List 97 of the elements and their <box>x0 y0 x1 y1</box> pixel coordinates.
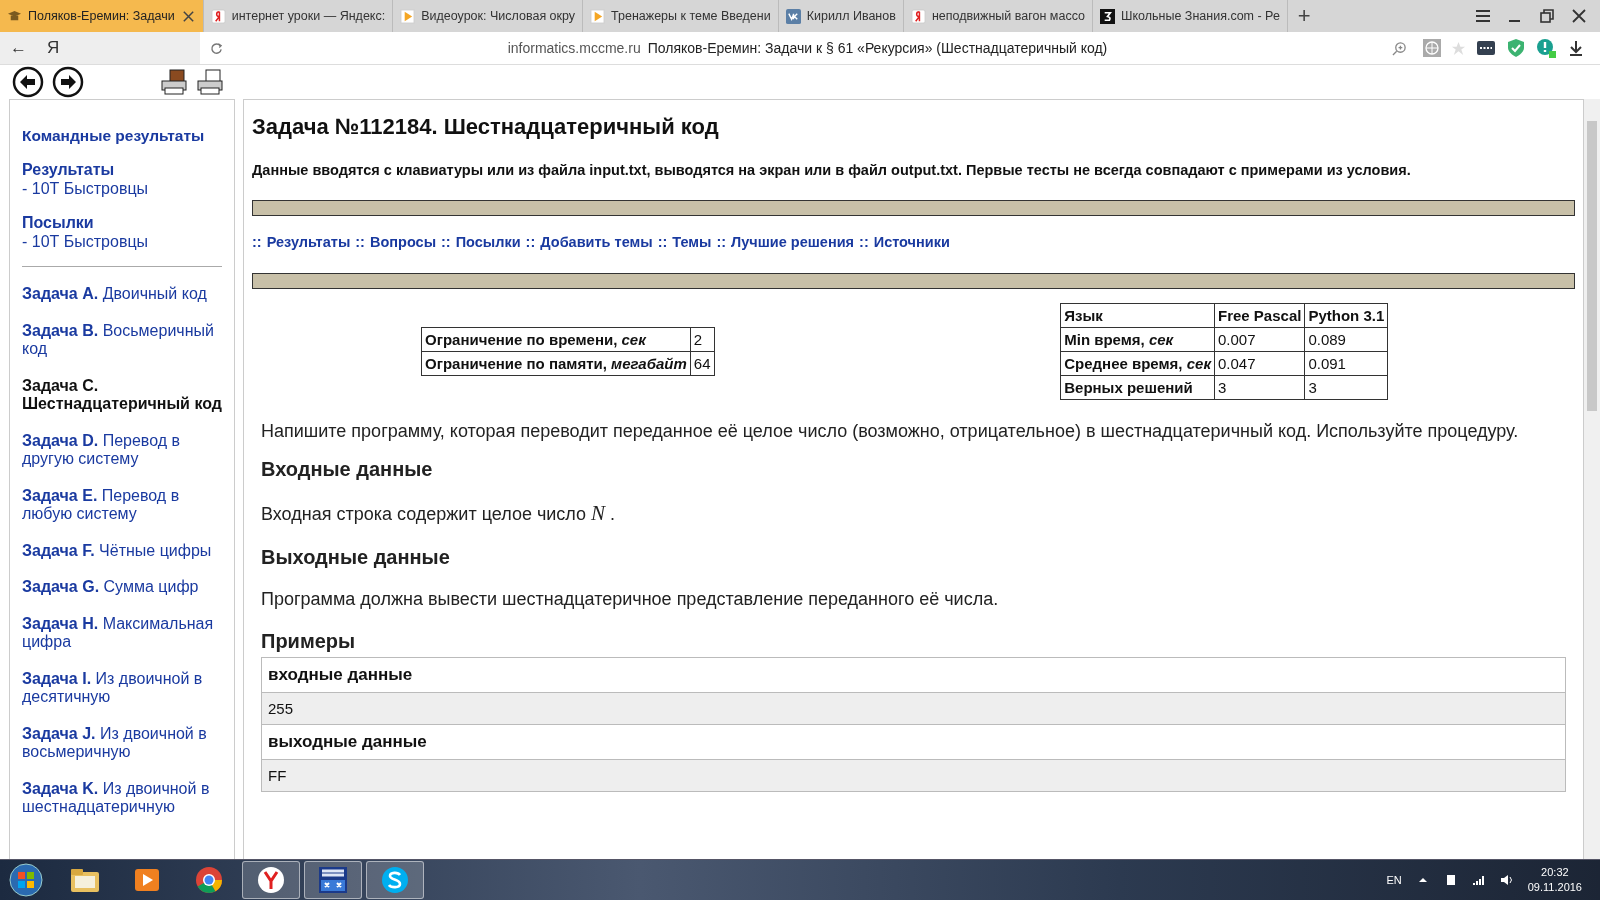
section-heading: Входные данные <box>261 458 434 481</box>
problem-link[interactable]: Задача E. Перевод в любую систему <box>22 486 222 524</box>
problem-link[interactable]: Задача F. Чётные цифры <box>22 541 222 560</box>
nav-link[interactable]: Лучшие решения <box>731 234 855 250</box>
play-icon <box>400 8 416 24</box>
browser-tab[interactable]: Школьные Знания.com - Ре <box>1093 0 1288 32</box>
sidebar-link[interactable]: Результаты <box>22 161 115 178</box>
signal-icon[interactable] <box>1471 873 1486 887</box>
nav-link[interactable]: Темы <box>672 234 712 250</box>
scrollbar-thumb[interactable] <box>1587 121 1597 411</box>
problem-link[interactable]: Задача A. Двоичный код <box>22 285 222 304</box>
sidebar-link[interactable]: - 10Т Быстровцы <box>22 232 222 251</box>
star-icon[interactable] <box>1451 40 1466 56</box>
yandex-browser-icon[interactable] <box>255 864 287 896</box>
sidebar-link[interactable]: Командные результаты <box>22 127 205 144</box>
new-tab-button[interactable]: + <box>1287 0 1321 32</box>
table-cell: Среднее время, сек <box>1060 351 1215 376</box>
table-cell: 3 <box>1214 375 1305 400</box>
sidebar-link[interactable]: - 10Т Быстровцы <box>22 179 222 198</box>
clock[interactable]: 20:32 09.11.2016 <box>1527 865 1582 895</box>
section-heading: Примеры <box>261 630 357 653</box>
link-separator: :: <box>441 234 451 250</box>
section-text: Программа должна вывести шестнадцатеричное представление переданного её числа. <box>261 589 1000 610</box>
zoom-icon[interactable] <box>1392 40 1407 56</box>
yandex-icon <box>210 8 226 24</box>
problem-link[interactable]: Задача C. Шестнадцатеричный код <box>22 376 222 414</box>
table-cell: Верных решений <box>1060 375 1215 400</box>
back-button[interactable]: ← <box>10 38 27 58</box>
ide-icon[interactable] <box>317 864 349 896</box>
play-icon <box>590 8 606 24</box>
nav-link[interactable]: Вопросы <box>369 234 436 250</box>
alert-icon[interactable] <box>1536 38 1556 58</box>
problem-link[interactable]: Задача B. Восьмеричный код <box>22 321 222 359</box>
problem-link[interactable]: Задача G. Сумма цифр <box>22 578 222 597</box>
close-icon[interactable] <box>1572 9 1586 23</box>
link-separator: :: <box>859 234 869 250</box>
problem-statement: Напишите программу, которая переводит переданное её целое число (возможно, отрицательное) в шестнадцатеричный код. Используйте процедуру. <box>261 420 1520 443</box>
speaker-icon[interactable] <box>1499 873 1514 887</box>
table-header: Python 3.1 <box>1304 303 1388 328</box>
table-cell: 64 <box>690 351 714 376</box>
address-field[interactable]: informatics.mccme.ru Поляков-Еремин: Задачи к § 61 «Рекурсия» (Шестнадцатеричный код) <box>223 40 1392 56</box>
language-indicator[interactable]: EN <box>1386 874 1402 886</box>
problem-link[interactable]: Задача I. Из двоичной в десятичную <box>22 669 222 707</box>
link-separator: :: <box>716 234 727 250</box>
problem-link[interactable]: Задача J. Из двоичной в восьмеричную <box>22 724 222 762</box>
example-label: входные данные <box>261 657 1566 693</box>
chrome-icon[interactable] <box>193 864 225 896</box>
start-button-icon[interactable] <box>8 862 44 898</box>
link-separator: :: <box>657 234 668 250</box>
table-cell: Min время, сек <box>1060 327 1215 352</box>
browser-logo[interactable]: Я <box>47 38 60 58</box>
table-cell: Ограничение по памяти, мегабайт <box>421 351 691 376</box>
close-icon[interactable] <box>180 8 196 24</box>
table-cell: 0.047 <box>1214 351 1305 376</box>
link-separator: :: <box>355 234 365 250</box>
browser-tab[interactable]: Видеоурок: Числовая окру <box>393 0 584 32</box>
browser-tab[interactable]: Тренажеры к теме Введени <box>583 0 779 32</box>
link-separator: :: <box>525 234 536 250</box>
vk-icon <box>785 8 801 24</box>
problem-link[interactable]: Задача H. Максимальная цифра <box>22 614 222 652</box>
table-header: Free Pascal <box>1214 303 1305 328</box>
table-header: Язык <box>1060 303 1215 328</box>
browser-tab[interactable]: Поляков-Еремин: Задачи <box>0 0 204 32</box>
printer-icon[interactable] <box>196 69 224 95</box>
printer-icon[interactable] <box>160 69 188 95</box>
example-label: выходные данные <box>261 724 1566 760</box>
browser-tab[interactable]: неподвижный вагон массо <box>903 0 1093 32</box>
znanija-icon <box>1100 8 1115 24</box>
restore-icon[interactable] <box>1540 9 1554 23</box>
skype-icon[interactable] <box>379 864 411 896</box>
table-cell: 3 <box>1304 375 1388 400</box>
table-cell: 0.089 <box>1304 327 1388 352</box>
table-cell: 0.007 <box>1214 327 1305 352</box>
yandex-icon <box>910 8 926 24</box>
link-separator: :: <box>252 234 262 250</box>
nav-link[interactable]: Добавить темы <box>540 234 653 250</box>
reload-icon[interactable] <box>210 41 223 55</box>
nav-link[interactable]: Результаты <box>266 234 351 250</box>
section-heading: Выходные данные <box>261 546 451 569</box>
problem-link[interactable]: Задача D. Перевод в другую систему <box>22 431 222 469</box>
sidebar-link[interactable]: Посылки <box>22 214 94 231</box>
browser-tab[interactable]: интернет уроки — Яндекс: <box>203 0 394 32</box>
example-value: 255 <box>261 692 1566 725</box>
nav-link[interactable]: Посылки <box>455 234 521 250</box>
menu-icon[interactable] <box>1476 9 1490 23</box>
page-title: Задача №112184. Шестнадцатеричный код <box>252 114 720 140</box>
table-cell: 2 <box>690 327 714 352</box>
example-value: FF <box>261 759 1566 792</box>
problem-link[interactable]: Задача K. Из двоичной в шестнадцатеричную <box>22 779 222 817</box>
input-note: Данные вводятся с клавиатуры или из файла input.txt, выводятся на экран или в файл output.txt. Первые тесты не всегда совпадают с примерами из условия. <box>252 162 1412 178</box>
table-cell: Ограничение по времени, сек <box>421 327 691 352</box>
shield-icon[interactable] <box>1506 38 1526 58</box>
password-icon[interactable] <box>1476 38 1496 58</box>
table-cell: 0.091 <box>1304 351 1388 376</box>
browser-tab[interactable]: Кирилл Иванов <box>778 0 904 32</box>
section-text: Входная строка содержит целое число N . <box>261 501 617 526</box>
nav-link[interactable]: Источники <box>873 234 950 250</box>
